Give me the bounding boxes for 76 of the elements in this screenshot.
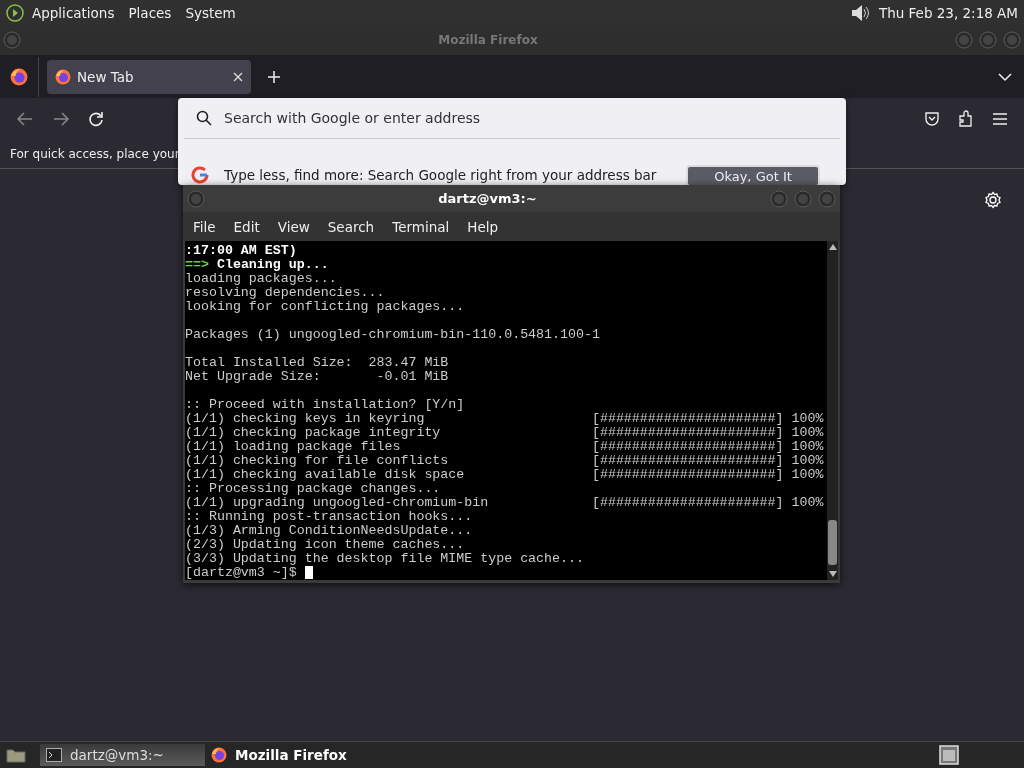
progress-text: [######################] <box>591 467 784 482</box>
scroll-down-icon[interactable] <box>828 571 837 577</box>
google-logo-icon <box>190 165 210 185</box>
output-line: (1/1) checking available disk space <box>185 468 466 482</box>
new-tab-icon[interactable] <box>267 69 281 84</box>
progress-text: [######################] <box>591 425 784 440</box>
bookmarks-hint: For quick access, place your <box>10 147 180 161</box>
taskbar-button[interactable]: dartz@vm3:~ <box>40 744 205 766</box>
scroll-thumb[interactable] <box>828 520 837 565</box>
output-line: Net Upgrade Size: -0.01 MiB <box>185 369 449 384</box>
output-line: loading packages... <box>185 271 337 286</box>
settings-icon[interactable] <box>984 191 1002 209</box>
menu-item[interactable]: Search <box>327 218 375 235</box>
output-line: Cleaning up... <box>216 257 329 272</box>
output-line: :: Proceed with installation? [Y/n] <box>185 397 465 412</box>
window-title: dartz@vm3:~ <box>437 191 538 206</box>
puzzle-icon[interactable] <box>958 110 974 128</box>
output-line: resolving dependencies... <box>185 285 385 300</box>
arrow-text: ==> <box>185 257 209 272</box>
output-line: Total Installed Size: 283.47 MiB <box>185 355 449 370</box>
output-line: (1/1) checking for file conflicts <box>185 454 450 468</box>
percent-text: 100% <box>791 467 824 482</box>
workspace-icon[interactable] <box>939 745 959 765</box>
menu-item[interactable]: Help <box>467 218 499 235</box>
prompt-text: [dartz@vm3 ~]$ <box>185 565 297 580</box>
output-line: (1/1) upgrading ungoogled-chromium-bin <box>185 496 490 510</box>
okay-button[interactable]: Okay, Got It <box>686 165 820 185</box>
percent-text: 100% <box>791 439 824 454</box>
forward-icon[interactable] <box>52 111 70 127</box>
back-icon[interactable] <box>16 111 34 127</box>
output-line: looking for conflicting packages... <box>185 299 465 314</box>
close-icon[interactable] <box>233 71 243 82</box>
output-line: (1/1) checking keys in keyring <box>185 412 426 426</box>
output-line: (2/3) Updating icon theme caches... <box>185 537 465 552</box>
menu-item[interactable]: View <box>277 218 310 235</box>
scroll-up-icon[interactable] <box>828 244 837 250</box>
output-line: (1/1) loading package files <box>185 440 402 454</box>
percent-text: 100% <box>791 425 824 440</box>
progress-text: [######################] <box>591 453 784 468</box>
output-line: :17:00 AM EST) <box>185 243 297 258</box>
percent-text: 100% <box>791 495 824 510</box>
pocket-icon[interactable] <box>924 111 940 127</box>
progress-text: [######################] <box>591 439 784 454</box>
taskbar-button[interactable]: Mozilla Firefox <box>205 744 370 766</box>
menu-item[interactable]: Edit <box>233 218 260 235</box>
output-line: (1/1) checking package integrity <box>185 426 442 440</box>
clock[interactable]: Thu Feb 23, 2:18 AM <box>878 4 1018 21</box>
folder-icon[interactable] <box>6 747 26 763</box>
firefox-logo-icon <box>10 67 28 86</box>
output-line: :: Processing package changes... <box>185 481 441 496</box>
terminal-icon <box>46 748 62 762</box>
firefox-logo-icon <box>211 747 227 763</box>
search-icon <box>196 110 212 126</box>
output-line: Packages (1) ungoogled-chromium-bin-110.0.5481.100-1 <box>185 327 600 342</box>
firefox-logo-icon <box>55 68 71 85</box>
menu-item[interactable]: Terminal <box>392 218 450 235</box>
text-cursor <box>304 566 313 579</box>
percent-text: 100% <box>791 411 824 426</box>
menu-logo-icon[interactable] <box>6 3 24 22</box>
browser-tab[interactable]: New Tab <box>47 59 251 94</box>
output-line: (3/3) Updating the desktop file MIME type cache... <box>185 551 584 566</box>
suggestion-text: Type less, find more: Search Google right from your address bar <box>224 166 658 183</box>
output-line: (1/3) Arming ConditionNeedsUpdate... <box>185 523 473 538</box>
progress-text: [######################] <box>591 495 784 510</box>
progress-text: [######################] <box>591 411 784 426</box>
percent-text: 100% <box>791 453 824 468</box>
window-title: Mozilla Firefox <box>437 33 539 47</box>
panel-menu[interactable]: Applications <box>32 4 115 21</box>
panel-menu[interactable]: Places <box>128 4 172 21</box>
chevron-down-icon[interactable] <box>998 71 1012 82</box>
output-line: :: Running post-transaction hooks... <box>185 509 473 524</box>
reload-icon[interactable] <box>88 111 104 127</box>
panel-menu[interactable]: System <box>185 4 236 21</box>
menu-icon[interactable] <box>992 112 1008 126</box>
menu-item[interactable]: File <box>193 218 216 235</box>
scrollbar[interactable] <box>827 241 838 580</box>
